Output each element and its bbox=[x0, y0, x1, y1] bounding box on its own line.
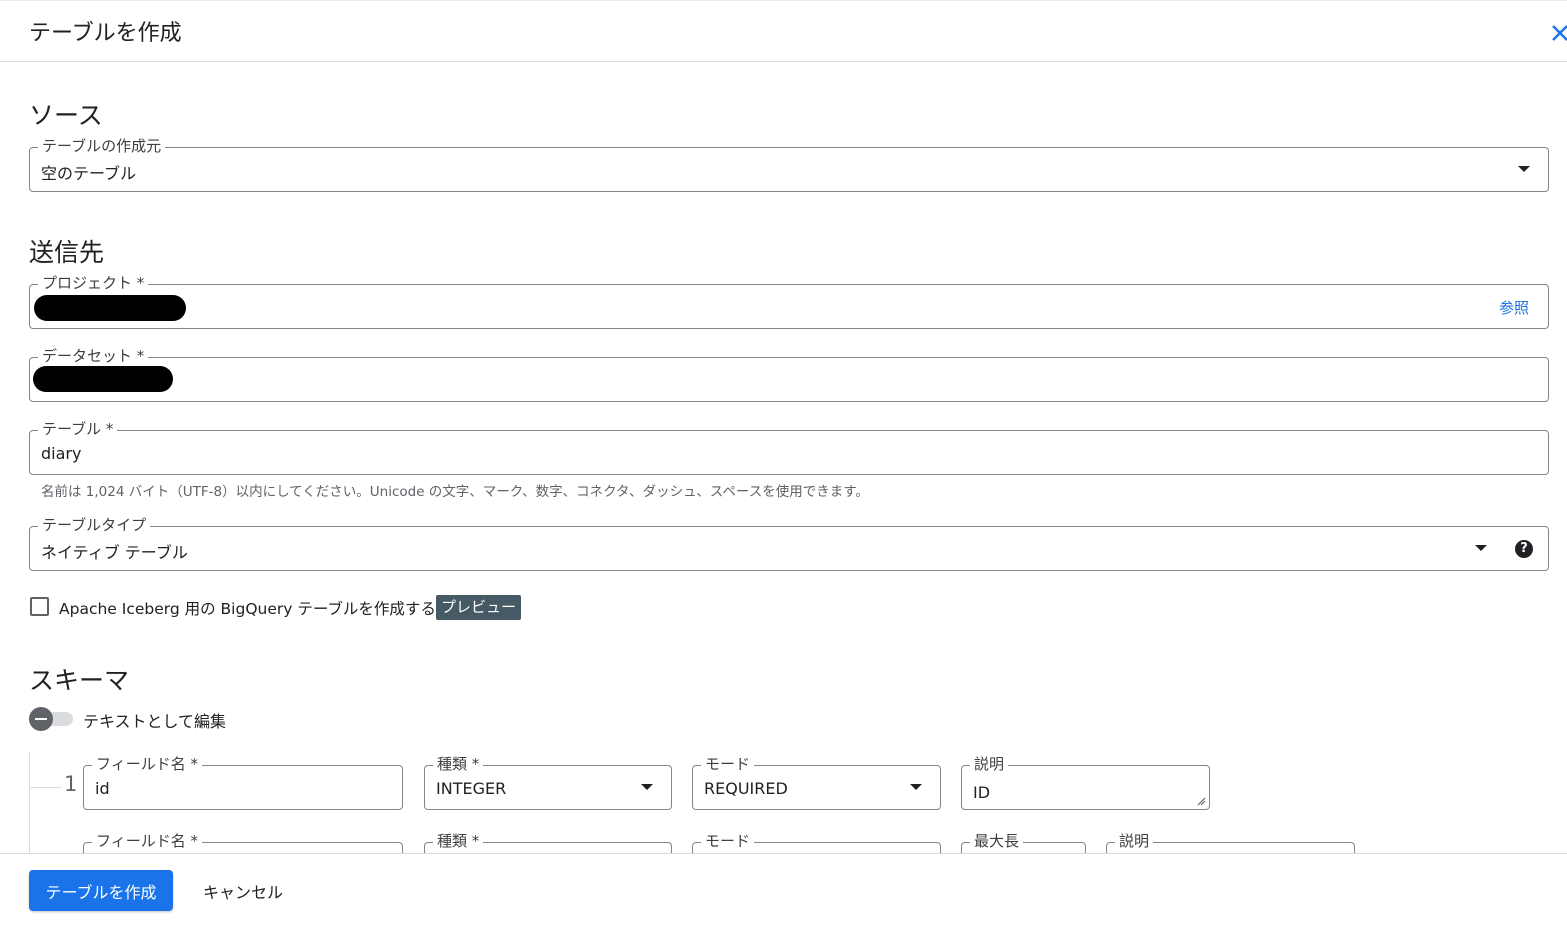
resize-handle-icon[interactable] bbox=[1197, 797, 1206, 806]
table-type-select[interactable]: テーブルタイプ ネイティブ テーブル ? bbox=[29, 516, 1549, 571]
type-select[interactable]: 種類 * INTEGER bbox=[424, 755, 672, 810]
schema-section-title: スキーマ bbox=[29, 666, 130, 695]
preview-badge: プレビュー bbox=[436, 595, 521, 620]
create-from-select[interactable]: テーブルの作成元 空のテーブル bbox=[29, 137, 1549, 192]
edit-as-text-toggle[interactable] bbox=[29, 707, 75, 731]
type-label: 種類 * bbox=[433, 755, 484, 773]
redacted-dataset-value bbox=[33, 366, 173, 392]
destination-section-title: 送信先 bbox=[29, 238, 105, 267]
toggle-thumb bbox=[29, 707, 53, 731]
field-name-input[interactable]: フィールド名 * bbox=[83, 832, 403, 853]
project-label: プロジェクト * bbox=[38, 274, 149, 292]
dataset-field[interactable]: データセット * bbox=[29, 347, 1549, 402]
description-textarea[interactable]: 説明 bbox=[1106, 832, 1355, 853]
project-field[interactable]: プロジェクト * 参照 bbox=[29, 274, 1549, 329]
chevron-down-icon bbox=[1475, 545, 1487, 551]
create-from-value: 空のテーブル bbox=[41, 164, 137, 183]
type-value: INTEGER bbox=[436, 779, 507, 798]
type-label: 種類 * bbox=[433, 832, 484, 850]
table-name-value: diary bbox=[41, 444, 82, 463]
redacted-project-value bbox=[34, 295, 186, 321]
iceberg-label: Apache Iceberg 用の BigQuery テーブルを作成する bbox=[59, 600, 436, 618]
help-icon[interactable]: ? bbox=[1515, 540, 1533, 558]
source-section-title: ソース bbox=[29, 101, 103, 130]
dialog-header: テーブルを作成 bbox=[0, 0, 1567, 62]
description-label: 説明 bbox=[970, 755, 1009, 773]
cancel-button[interactable]: キャンセル bbox=[191, 870, 295, 911]
max-length-label: 最大長 bbox=[970, 832, 1024, 850]
create-table-button[interactable]: テーブルを作成 bbox=[29, 870, 173, 911]
max-length-input[interactable]: 最大長 bbox=[961, 832, 1086, 853]
field-name-input[interactable]: フィールド名 * id bbox=[83, 755, 403, 810]
type-select[interactable]: 種類 * bbox=[424, 832, 672, 853]
table-type-label: テーブルタイプ bbox=[38, 516, 151, 534]
mode-value: REQUIRED bbox=[704, 779, 788, 798]
dialog-content: ソース テーブルの作成元 空のテーブル 送信先 プロジェクト * 参照 データセ… bbox=[0, 63, 1567, 853]
chevron-down-icon bbox=[641, 784, 653, 790]
mode-select[interactable]: モード REQUIRED bbox=[692, 755, 941, 810]
table-name-label: テーブル * bbox=[38, 420, 118, 438]
table-name-hint: 名前は 1,024 バイト（UTF-8）以内にしてください。Unicode の文… bbox=[41, 484, 869, 500]
browse-link[interactable]: 参照 bbox=[1499, 297, 1529, 318]
mode-label: モード bbox=[701, 755, 755, 773]
schema-tree-branch bbox=[29, 787, 61, 788]
create-from-label: テーブルの作成元 bbox=[38, 137, 166, 155]
edit-as-text-label: テキストとして編集 bbox=[83, 712, 227, 731]
description-value: ID bbox=[973, 783, 991, 802]
table-name-field[interactable]: テーブル * diary bbox=[29, 420, 1549, 475]
dataset-label: データセット * bbox=[38, 347, 149, 365]
row-number: 1 bbox=[64, 772, 78, 796]
field-name-label: フィールド名 * bbox=[92, 755, 202, 773]
chevron-down-icon bbox=[910, 784, 922, 790]
field-name-value: id bbox=[95, 779, 110, 798]
description-textarea[interactable]: 説明 ID bbox=[961, 755, 1210, 810]
table-type-value: ネイティブ テーブル bbox=[41, 543, 188, 562]
description-label: 説明 bbox=[1115, 832, 1154, 850]
mode-label: モード bbox=[701, 832, 755, 850]
dialog-title: テーブルを作成 bbox=[29, 21, 182, 46]
dialog-footer: テーブルを作成 キャンセル bbox=[0, 853, 1567, 925]
schema-tree-line bbox=[29, 752, 30, 853]
field-name-label: フィールド名 * bbox=[92, 832, 202, 850]
close-icon[interactable] bbox=[1549, 17, 1567, 47]
mode-select[interactable]: モード bbox=[692, 832, 941, 853]
iceberg-checkbox[interactable] bbox=[30, 597, 49, 616]
chevron-down-icon bbox=[1518, 166, 1530, 172]
